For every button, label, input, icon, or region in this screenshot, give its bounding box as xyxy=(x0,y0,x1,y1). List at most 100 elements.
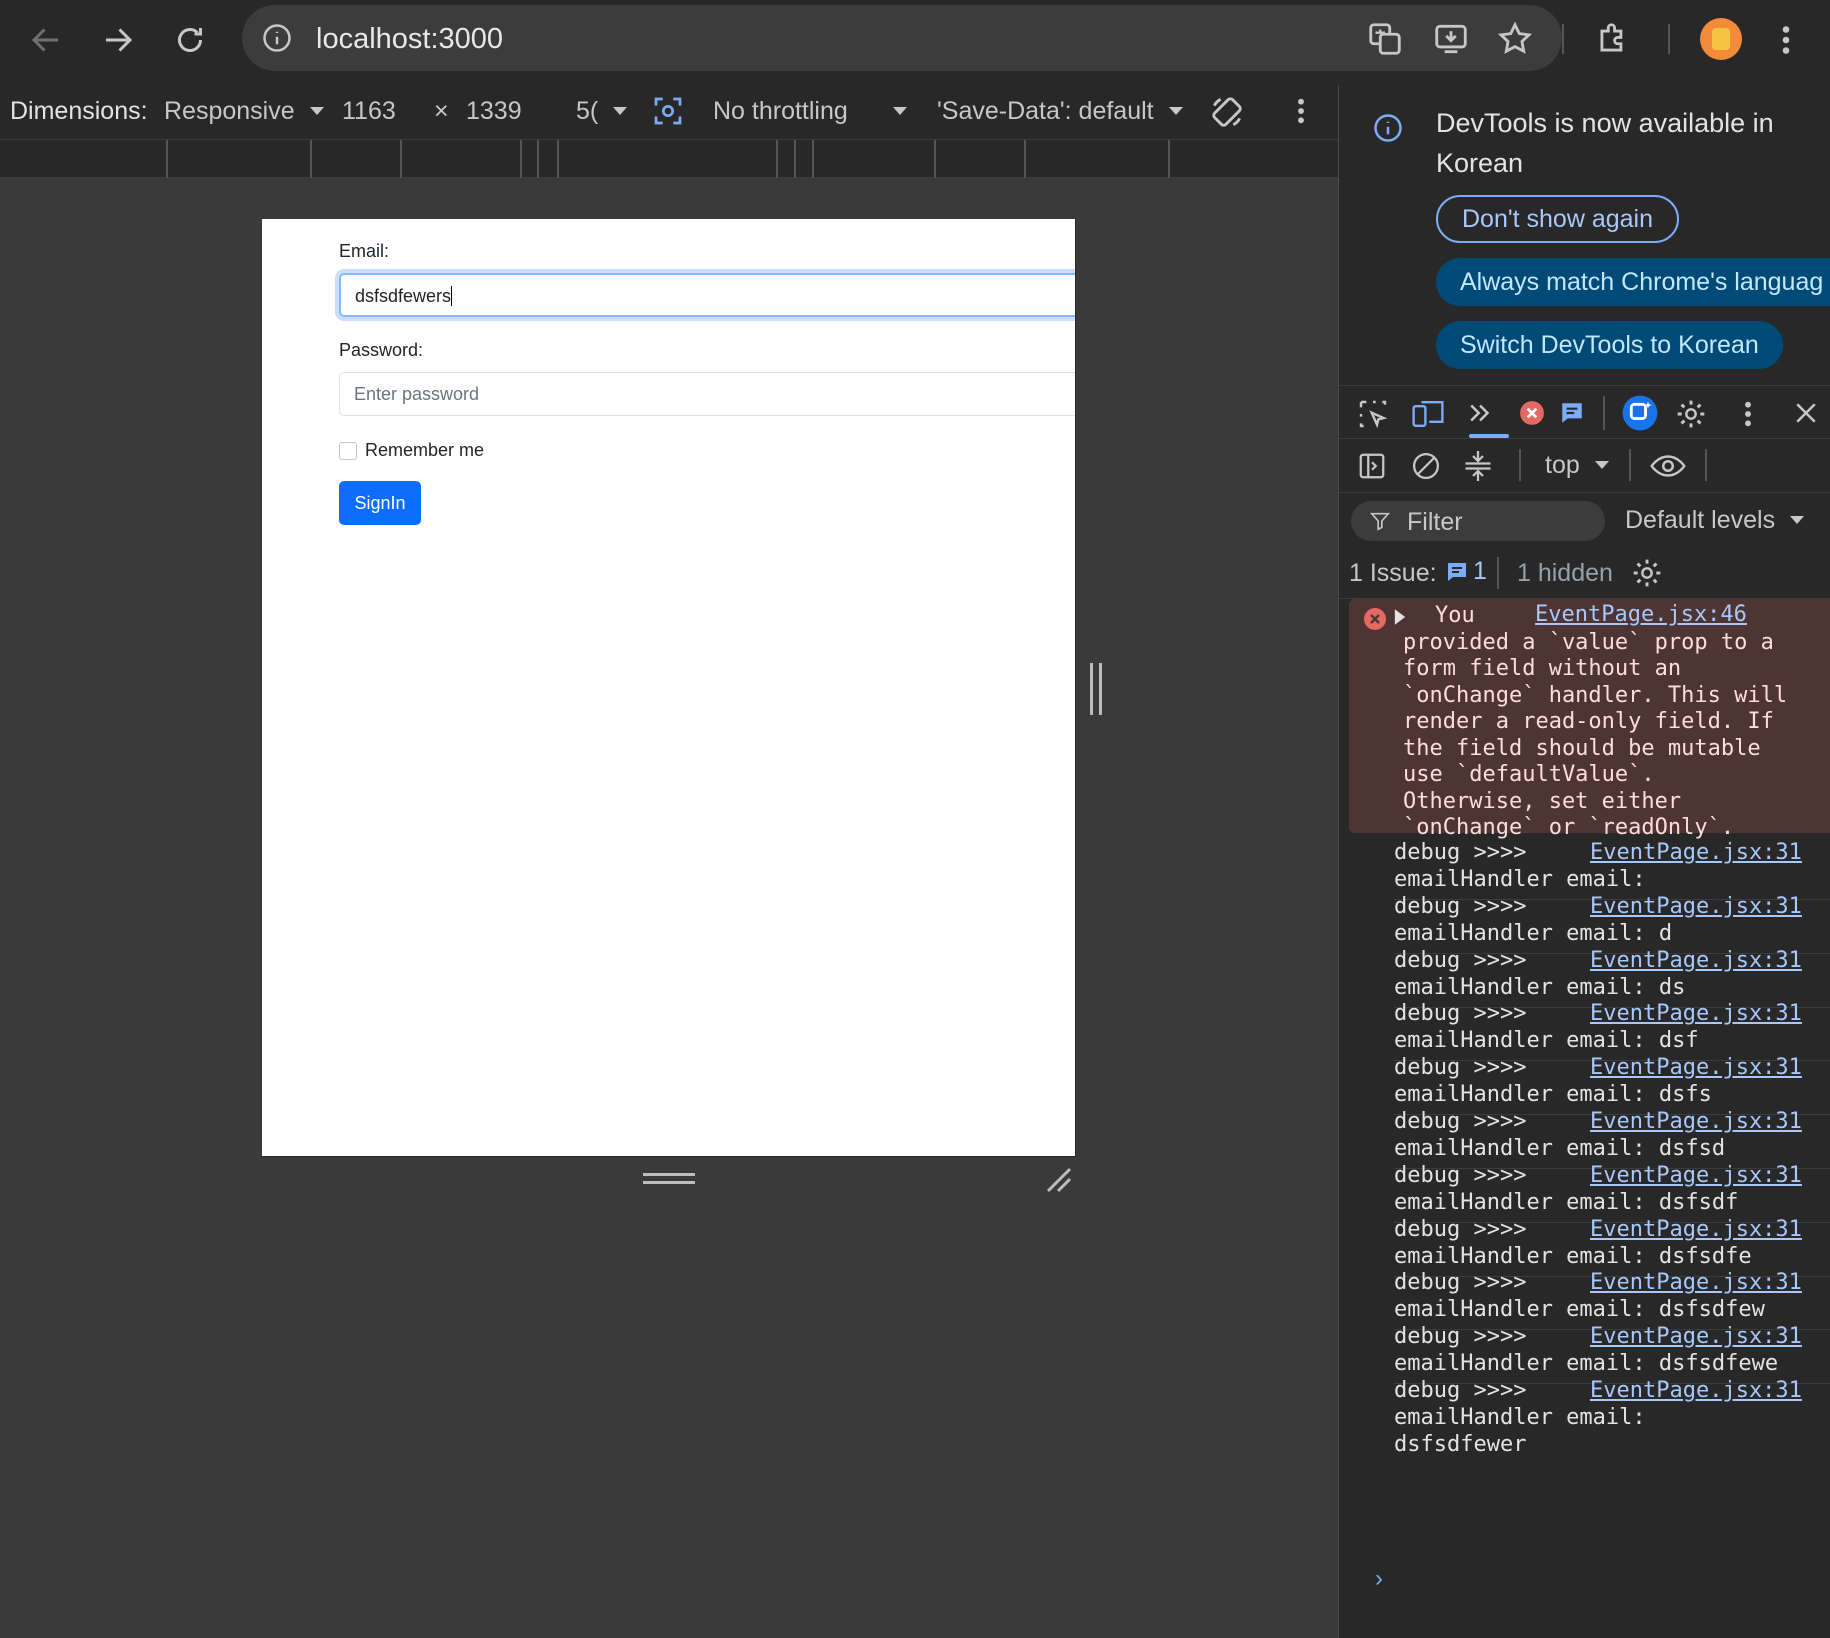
issues-label: 1 Issue: xyxy=(1349,559,1437,587)
media-query-ruler[interactable] xyxy=(0,140,1338,178)
site-info-icon[interactable] xyxy=(262,23,292,58)
email-label: Email: xyxy=(339,241,390,261)
log-text: emailHandler email: dsfsdfe xyxy=(1394,1243,1752,1269)
install-app-icon[interactable] xyxy=(1432,20,1470,58)
profile-avatar[interactable] xyxy=(1700,18,1742,60)
log-text: emailHandler email: ds xyxy=(1394,974,1686,1000)
log-source-link[interactable]: EventPage.jsx:31 xyxy=(1590,948,1802,975)
console-prompt[interactable]: › xyxy=(1375,1565,1383,1593)
device-select[interactable]: Responsive xyxy=(164,97,324,126)
devtools-panel: DevTools is now available in Korean Don'… xyxy=(1338,85,1830,1638)
issues-count-icon[interactable] xyxy=(1559,400,1585,431)
log-text: emailHandler email: dsfsd xyxy=(1394,1136,1726,1161)
console-settings-icon[interactable] xyxy=(1631,557,1663,596)
log-text: emailHandler email: xyxy=(1394,1405,1646,1430)
issues-bar: 1 Issue: 1 1 hidden xyxy=(1339,547,1830,599)
device-more-icon[interactable] xyxy=(1296,95,1306,134)
browser-toolbar: localhost:3000 xyxy=(0,0,1830,85)
more-tabs-icon[interactable] xyxy=(1465,398,1495,433)
remember-checkbox[interactable] xyxy=(339,442,357,460)
switch-to-korean-button[interactable]: Switch DevTools to Korean xyxy=(1436,321,1783,369)
device-frame: Email: dsfsdfewers Password: Enter passw… xyxy=(262,219,1102,1193)
signin-button[interactable]: SignIn xyxy=(339,481,421,525)
resize-handle-bottom[interactable] xyxy=(643,1173,695,1184)
live-expression-eye-icon[interactable] xyxy=(1649,449,1687,490)
issues-link[interactable]: 1 xyxy=(1445,557,1487,586)
rotate-icon[interactable] xyxy=(1208,93,1246,138)
log-levels-select[interactable]: Default levels xyxy=(1625,506,1805,535)
reload-icon[interactable] xyxy=(172,22,208,58)
bookmark-star-icon[interactable] xyxy=(1496,20,1534,58)
log-text: emailHandler email: xyxy=(1394,867,1646,892)
ai-assistance-icon[interactable] xyxy=(1621,394,1659,437)
context-select[interactable]: top xyxy=(1545,451,1609,480)
save-data-select[interactable]: 'Save-Data': default xyxy=(937,97,1183,126)
log-text: emailHandler email: dsfsdfew xyxy=(1394,1297,1765,1323)
screenshot-icon[interactable] xyxy=(652,95,684,134)
console-log-entry[interactable]: debug >>>> EventPage.jsx:31 emailHandler e… xyxy=(1394,1375,1830,1457)
log-prefix: debug >>>> xyxy=(1394,1055,1527,1081)
password-label: Password: xyxy=(339,340,424,360)
height-input[interactable]: 1339 xyxy=(466,97,522,126)
active-tab-indicator xyxy=(1469,434,1509,438)
back-icon[interactable] xyxy=(28,22,64,58)
dont-show-again-button[interactable]: Don't show again xyxy=(1436,195,1680,243)
console-toolbar: top xyxy=(1339,439,1830,493)
error-line: provided a `value` prop to a xyxy=(1403,629,1774,655)
log-prefix: debug >>>> xyxy=(1394,1270,1527,1296)
error-message[interactable]: You provided a `value` prop to a form fiel… xyxy=(1349,599,1830,840)
extensions-icon[interactable] xyxy=(1594,20,1632,58)
throttling-select[interactable]: No throttling xyxy=(713,97,907,126)
width-input[interactable]: 1163 xyxy=(342,97,396,126)
toolbar-divider xyxy=(1562,24,1564,54)
log-source-link[interactable]: EventPage.jsx:31 xyxy=(1590,1378,1802,1405)
clear-console-icon[interactable] xyxy=(1411,451,1441,488)
remember-label[interactable]: Remember me xyxy=(365,440,484,461)
url-text[interactable]: localhost:3000 xyxy=(316,23,503,56)
log-source-link[interactable]: EventPage.jsx:31 xyxy=(1590,1055,1802,1082)
log-text: emailHandler email: dsfs xyxy=(1394,1082,1712,1108)
translate-icon[interactable] xyxy=(1366,20,1404,58)
collapse-groups-icon[interactable] xyxy=(1463,449,1493,490)
log-source-link[interactable]: EventPage.jsx:31 xyxy=(1590,1001,1802,1028)
more-menu-icon[interactable] xyxy=(1780,22,1792,58)
filter-input[interactable]: Filter xyxy=(1351,501,1605,541)
device-toolbar: Dimensions: Responsive 1163 × 1339 5( No… xyxy=(0,85,1338,140)
toolbar-divider xyxy=(1668,24,1670,54)
log-source-link[interactable]: EventPage.jsx:31 xyxy=(1590,894,1802,921)
log-text: emailHandler email: dsfsdf xyxy=(1394,1189,1739,1215)
device-mode-icon[interactable] xyxy=(1411,398,1445,435)
sidebar-toggle-icon[interactable] xyxy=(1357,451,1387,488)
language-notice: DevTools is now available in Korean xyxy=(1436,108,1774,178)
log-prefix: debug >>>> xyxy=(1394,947,1527,973)
info-icon xyxy=(1373,113,1403,148)
log-source-link[interactable]: EventPage.jsx:31 xyxy=(1590,1270,1802,1297)
password-input[interactable]: Enter password xyxy=(339,372,1075,416)
resize-handle-corner[interactable] xyxy=(1044,1165,1072,1198)
log-prefix: debug >>>> xyxy=(1394,893,1527,919)
resize-handle-right[interactable] xyxy=(1090,663,1102,715)
settings-gear-icon[interactable] xyxy=(1675,398,1707,435)
error-line: `onChange` handler. This will xyxy=(1403,682,1788,708)
error-source-link[interactable]: EventPage.jsx:46 xyxy=(1535,602,1747,629)
error-text: You provided a `value` prop to a form fiel… xyxy=(1403,603,1823,842)
error-count-icon[interactable] xyxy=(1519,400,1545,431)
log-source-link[interactable]: EventPage.jsx:31 xyxy=(1590,1109,1802,1136)
log-source-link[interactable]: EventPage.jsx:31 xyxy=(1590,1163,1802,1190)
dimensions-times: × xyxy=(434,97,449,125)
close-devtools-icon[interactable] xyxy=(1791,398,1821,433)
log-prefix: debug >>>> xyxy=(1394,1001,1527,1027)
log-source-link[interactable]: EventPage.jsx:31 xyxy=(1590,840,1802,867)
zoom-select[interactable]: 5( xyxy=(576,97,628,126)
inspect-element-icon[interactable] xyxy=(1357,398,1389,435)
email-input[interactable]: dsfsdfewers xyxy=(339,273,1075,317)
devtools-more-icon[interactable] xyxy=(1743,398,1753,435)
forward-icon[interactable] xyxy=(100,22,136,58)
page-viewport: Email: dsfsdfewers Password: Enter passw… xyxy=(262,219,1075,1156)
error-line: the field should be mutable xyxy=(1403,735,1761,761)
always-match-language-button[interactable]: Always match Chrome's languag xyxy=(1436,258,1830,306)
log-source-link[interactable]: EventPage.jsx:31 xyxy=(1590,1217,1802,1244)
log-source-link[interactable]: EventPage.jsx:31 xyxy=(1590,1324,1802,1351)
device-stage: Email: dsfsdfewers Password: Enter passw… xyxy=(0,178,1338,1638)
address-bar[interactable]: localhost:3000 xyxy=(242,5,1562,71)
